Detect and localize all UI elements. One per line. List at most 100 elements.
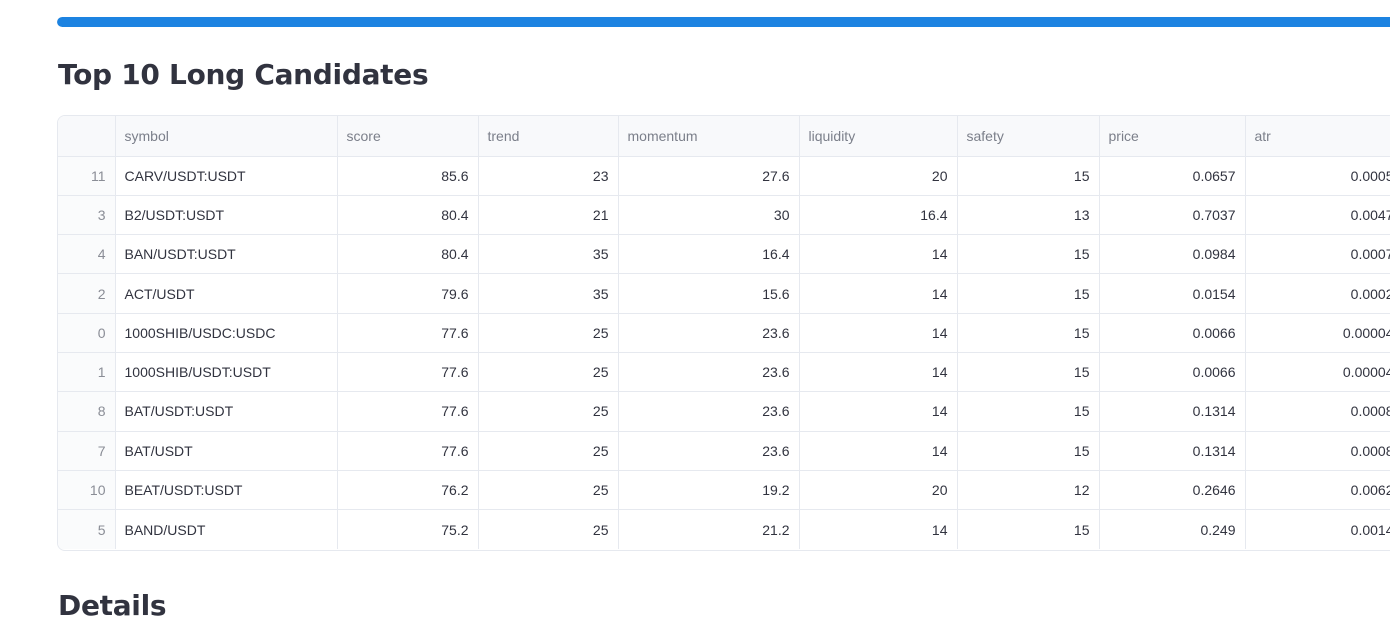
momentum-cell[interactable]: 27.6 xyxy=(618,156,800,196)
table-row[interactable]: 8 BAT/USDT:USDT 77.6 25 23.6 14 15 0.1314 0.0008 xyxy=(58,391,1390,432)
trend-column-header[interactable]: trend xyxy=(478,116,619,157)
safety-cell[interactable]: 15 xyxy=(957,234,1100,275)
symbol-cell[interactable]: CARV/USDT:USDT xyxy=(115,156,338,196)
momentum-cell[interactable]: 23.6 xyxy=(618,391,800,432)
momentum-cell[interactable]: 23.6 xyxy=(618,352,800,393)
index-cell[interactable]: 0 xyxy=(58,313,116,353)
index-cell[interactable]: 5 xyxy=(58,509,116,549)
symbol-cell[interactable]: B2/USDT:USDT xyxy=(115,195,338,236)
index-cell[interactable]: 7 xyxy=(58,431,116,471)
trend-cell[interactable]: 23 xyxy=(478,156,619,196)
liquidity-cell[interactable]: 20 xyxy=(799,156,958,196)
liquidity-cell[interactable]: 16.4 xyxy=(799,195,958,236)
price-cell[interactable]: 0.249 xyxy=(1099,509,1246,549)
price-cell[interactable]: 0.1314 xyxy=(1099,431,1246,471)
momentum-cell[interactable]: 23.6 xyxy=(618,431,800,471)
trend-cell[interactable]: 25 xyxy=(478,352,619,393)
liquidity-cell[interactable]: 14 xyxy=(799,313,958,353)
symbol-cell[interactable]: ACT/USDT xyxy=(115,273,338,314)
atr-cell[interactable]: 0.0005 xyxy=(1245,156,1390,196)
score-cell[interactable]: 77.6 xyxy=(337,313,479,353)
atr-cell[interactable]: 0.00004 xyxy=(1245,313,1390,353)
table-row[interactable]: 11 CARV/USDT:USDT 85.6 23 27.6 20 15 0.0657 0.00… xyxy=(58,156,1390,196)
safety-cell[interactable]: 15 xyxy=(957,273,1100,314)
score-cell[interactable]: 77.6 xyxy=(337,431,479,471)
atr-cell[interactable]: 0.0002 xyxy=(1245,273,1390,314)
score-cell[interactable]: 85.6 xyxy=(337,156,479,196)
symbol-column-header[interactable]: symbol xyxy=(115,116,338,157)
liquidity-cell[interactable]: 14 xyxy=(799,352,958,393)
trend-cell[interactable]: 25 xyxy=(478,391,619,432)
price-cell[interactable]: 0.1314 xyxy=(1099,391,1246,432)
symbol-cell[interactable]: BAND/USDT xyxy=(115,509,338,549)
trend-cell[interactable]: 21 xyxy=(478,195,619,236)
symbol-cell[interactable]: 1000SHIB/USDC:USDC xyxy=(115,313,338,353)
score-column-header[interactable]: score xyxy=(337,116,479,157)
price-cell[interactable]: 0.0984 xyxy=(1099,234,1246,275)
liquidity-cell[interactable]: 14 xyxy=(799,391,958,432)
safety-cell[interactable]: 12 xyxy=(957,470,1100,511)
table-row[interactable]: 4 BAN/USDT:USDT 80.4 35 16.4 14 15 0.0984 0.0007 xyxy=(58,234,1390,275)
index-cell[interactable]: 1 xyxy=(58,352,116,393)
momentum-cell[interactable]: 16.4 xyxy=(618,234,800,275)
index-cell[interactable]: 8 xyxy=(58,391,116,432)
liquidity-cell[interactable]: 14 xyxy=(799,509,958,549)
table-row[interactable]: 7 BAT/USDT 77.6 25 23.6 14 15 0.1314 0.0008 xyxy=(58,431,1390,471)
index-cell[interactable]: 4 xyxy=(58,234,116,275)
index-cell[interactable]: 11 xyxy=(58,156,116,196)
trend-cell[interactable]: 35 xyxy=(478,273,619,314)
index-cell[interactable]: 2 xyxy=(58,273,116,314)
symbol-cell[interactable]: 1000SHIB/USDT:USDT xyxy=(115,352,338,393)
index-cell[interactable]: 3 xyxy=(58,195,116,236)
safety-cell[interactable]: 15 xyxy=(957,431,1100,471)
symbol-cell[interactable]: BAT/USDT:USDT xyxy=(115,391,338,432)
price-column-header[interactable]: price xyxy=(1099,116,1246,157)
candidates-table[interactable]: symbol score trend momentum liquidity sa… xyxy=(57,115,1390,551)
trend-cell[interactable]: 25 xyxy=(478,470,619,511)
symbol-cell[interactable]: BEAT/USDT:USDT xyxy=(115,470,338,511)
momentum-column-header[interactable]: momentum xyxy=(618,116,800,157)
atr-cell[interactable]: 0.00004 xyxy=(1245,352,1390,393)
table-row[interactable]: 10 BEAT/USDT:USDT 76.2 25 19.2 20 12 0.2646 0.00… xyxy=(58,470,1390,511)
atr-cell[interactable]: 0.0008 xyxy=(1245,431,1390,471)
momentum-cell[interactable]: 15.6 xyxy=(618,273,800,314)
table-row[interactable]: 0 1000SHIB/USDC:USDC 77.6 25 23.6 14 15 0.0066 0… xyxy=(58,313,1390,353)
safety-cell[interactable]: 15 xyxy=(957,313,1100,353)
trend-cell[interactable]: 25 xyxy=(478,431,619,471)
momentum-cell[interactable]: 21.2 xyxy=(618,509,800,549)
safety-cell[interactable]: 13 xyxy=(957,195,1100,236)
atr-cell[interactable]: 0.0062 xyxy=(1245,470,1390,511)
score-cell[interactable]: 80.4 xyxy=(337,234,479,275)
safety-cell[interactable]: 15 xyxy=(957,352,1100,393)
trend-cell[interactable]: 35 xyxy=(478,234,619,275)
atr-cell[interactable]: 0.0007 xyxy=(1245,234,1390,275)
table-row[interactable]: 5 BAND/USDT 75.2 25 21.2 14 15 0.249 0.0014 xyxy=(58,509,1390,549)
price-cell[interactable]: 0.0066 xyxy=(1099,352,1246,393)
score-cell[interactable]: 76.2 xyxy=(337,470,479,511)
symbol-cell[interactable]: BAT/USDT xyxy=(115,431,338,471)
atr-cell[interactable]: 0.0014 xyxy=(1245,509,1390,549)
price-cell[interactable]: 0.7037 xyxy=(1099,195,1246,236)
momentum-cell[interactable]: 19.2 xyxy=(618,470,800,511)
symbol-cell[interactable]: BAN/USDT:USDT xyxy=(115,234,338,275)
atr-column-header[interactable]: atr xyxy=(1245,116,1390,157)
score-cell[interactable]: 75.2 xyxy=(337,509,479,549)
price-cell[interactable]: 0.0154 xyxy=(1099,273,1246,314)
safety-column-header[interactable]: safety xyxy=(957,116,1100,157)
safety-cell[interactable]: 15 xyxy=(957,509,1100,549)
momentum-cell[interactable]: 30 xyxy=(618,195,800,236)
table-row[interactable]: 2 ACT/USDT 79.6 35 15.6 14 15 0.0154 0.0002 xyxy=(58,273,1390,314)
atr-cell[interactable]: 0.0047 xyxy=(1245,195,1390,236)
score-cell[interactable]: 77.6 xyxy=(337,391,479,432)
trend-cell[interactable]: 25 xyxy=(478,313,619,353)
price-cell[interactable]: 0.0066 xyxy=(1099,313,1246,353)
liquidity-cell[interactable]: 14 xyxy=(799,234,958,275)
liquidity-cell[interactable]: 20 xyxy=(799,470,958,511)
safety-cell[interactable]: 15 xyxy=(957,156,1100,196)
index-cell[interactable]: 10 xyxy=(58,470,116,511)
score-cell[interactable]: 79.6 xyxy=(337,273,479,314)
table-row[interactable]: 3 B2/USDT:USDT 80.4 21 30 16.4 13 0.7037 0.0047 xyxy=(58,195,1390,236)
score-cell[interactable]: 77.6 xyxy=(337,352,479,393)
price-cell[interactable]: 0.0657 xyxy=(1099,156,1246,196)
table-row[interactable]: 1 1000SHIB/USDT:USDT 77.6 25 23.6 14 15 0.0066 0… xyxy=(58,352,1390,393)
